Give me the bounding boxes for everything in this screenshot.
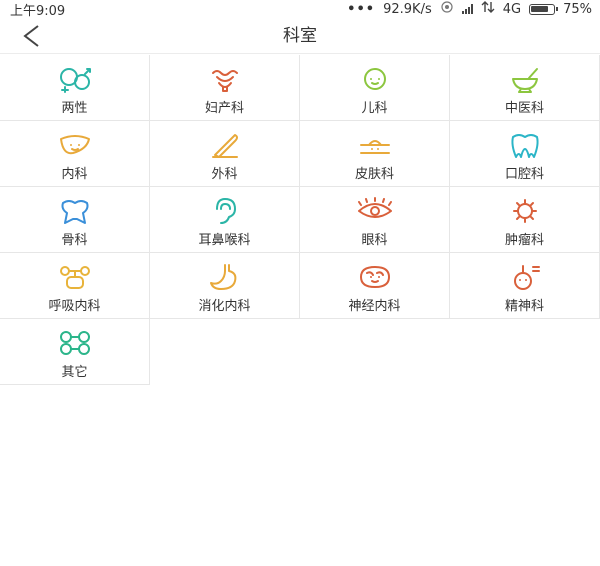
department-label: 消化内科 <box>198 299 251 314</box>
liver-icon <box>55 131 95 159</box>
battery-fill <box>531 5 548 12</box>
department-item[interactable]: 眼科 <box>300 187 450 253</box>
ear-icon <box>205 197 245 225</box>
department-item[interactable]: 其它 <box>0 319 150 385</box>
department-item[interactable]: 精神科 <box>450 253 600 319</box>
brain-icon <box>355 263 395 291</box>
battery-percent: 75% <box>563 1 592 17</box>
department-label: 骨科 <box>61 233 88 248</box>
couple-icon <box>55 65 95 93</box>
department-label: 呼吸内科 <box>48 299 101 314</box>
department-label: 两性 <box>61 101 88 116</box>
skin-icon <box>355 131 395 159</box>
wifi-icon <box>440 1 454 17</box>
data-transfer-icon <box>481 1 495 17</box>
network-type: 4G <box>502 1 522 17</box>
department-label: 肿瘤科 <box>504 233 544 248</box>
department-label: 口腔科 <box>504 167 544 182</box>
department-item[interactable]: 骨科 <box>0 187 150 253</box>
baby-face-icon <box>355 65 395 93</box>
department-label: 皮肤科 <box>354 167 394 182</box>
department-item[interactable]: 肿瘤科 <box>450 187 600 253</box>
department-item[interactable]: 皮肤科 <box>300 121 450 187</box>
department-label: 眼科 <box>361 233 388 248</box>
stomach-icon <box>205 263 245 291</box>
chevron-left-icon <box>23 25 39 47</box>
tumor-cell-icon <box>505 197 545 225</box>
department-item[interactable]: 儿科 <box>300 55 450 121</box>
department-label: 精神科 <box>504 299 544 314</box>
department-item[interactable]: 中医科 <box>450 55 600 121</box>
department-item[interactable]: 外科 <box>150 121 300 187</box>
signal-strength-icon <box>461 4 473 14</box>
status-bar: 上午9:09 ••• 92.9K/s 4G 75% <box>0 0 600 19</box>
title-bar: 科室 <box>0 18 600 54</box>
notification-dots-icon: ••• <box>347 1 376 17</box>
department-label: 儿科 <box>361 101 388 116</box>
department-item[interactable]: 妇产科 <box>150 55 300 121</box>
mental-health-icon <box>505 263 545 291</box>
department-item[interactable]: 消化内科 <box>150 253 300 319</box>
battery-icon <box>529 3 559 15</box>
tooth-icon <box>505 131 545 159</box>
status-time: 上午9:09 <box>10 3 66 19</box>
eye-icon <box>355 197 395 225</box>
department-label: 神经内科 <box>348 299 401 314</box>
scalpel-icon <box>205 131 245 159</box>
department-item[interactable]: 呼吸内科 <box>0 253 150 319</box>
department-label: 外科 <box>211 167 238 182</box>
department-item[interactable]: 两性 <box>0 55 150 121</box>
other-cells-icon <box>55 329 95 357</box>
department-item[interactable]: 口腔科 <box>450 121 600 187</box>
department-item[interactable]: 神经内科 <box>300 253 450 319</box>
mortar-pestle-icon <box>505 65 545 93</box>
department-item[interactable]: 内科 <box>0 121 150 187</box>
department-label: 耳鼻喉科 <box>198 233 251 248</box>
back-button[interactable] <box>16 22 46 50</box>
network-speed: 92.9K/s <box>383 1 432 17</box>
status-indicators: ••• 92.9K/s 4G 75% <box>347 1 592 17</box>
lungs-icon <box>55 263 95 291</box>
department-label: 中医科 <box>504 101 544 116</box>
page-title: 科室 <box>283 26 317 46</box>
department-item[interactable]: 耳鼻喉科 <box>150 187 300 253</box>
department-label: 妇产科 <box>204 101 244 116</box>
department-label: 其它 <box>61 365 88 380</box>
department-label: 内科 <box>61 167 88 182</box>
uterus-icon <box>205 65 245 93</box>
bone-icon <box>55 197 95 225</box>
